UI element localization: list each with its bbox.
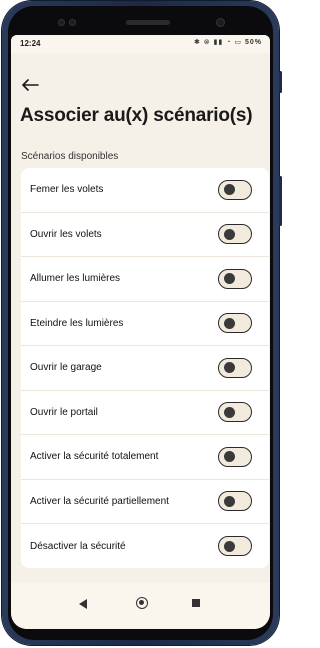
scenario-label: Activer la sécurité totalement bbox=[30, 451, 159, 463]
toggle-knob bbox=[224, 228, 235, 240]
scenario-row[interactable]: Ouvrir le garage bbox=[21, 346, 269, 391]
scenario-toggle[interactable] bbox=[218, 446, 252, 467]
scenario-toggle[interactable] bbox=[218, 268, 252, 289]
sensor-icon bbox=[69, 19, 76, 26]
arrow-left-icon[interactable] bbox=[20, 77, 40, 93]
status-bar: 12:24 ✱ ⊗ ▮▮ ◔ ▭ 50% bbox=[11, 35, 270, 53]
scenario-toggle[interactable] bbox=[218, 224, 252, 245]
scenario-label: Ouvrir le garage bbox=[30, 362, 102, 374]
page-title: Associer au(x) scénario(s) bbox=[20, 105, 253, 126]
app-screen: 12:24 ✱ ⊗ ▮▮ ◔ ▭ 50% Associer au(x) scén… bbox=[11, 35, 270, 629]
battery-level: 50% bbox=[244, 39, 262, 46]
scenario-label: Eteindre les lumières bbox=[30, 317, 124, 329]
system-nav-bar bbox=[11, 583, 270, 629]
earpiece-speaker bbox=[126, 20, 170, 25]
scenario-row[interactable]: Femer les volets bbox=[21, 168, 269, 213]
scenario-label: Désactiver la sécurité bbox=[30, 540, 126, 552]
toggle-knob bbox=[224, 406, 235, 418]
scenario-row[interactable]: Ouvrir les volets bbox=[21, 213, 269, 257]
triangle-back-icon[interactable] bbox=[79, 599, 87, 609]
power-button bbox=[279, 71, 282, 93]
scenario-label: Allumer les lumières bbox=[30, 273, 121, 285]
section-label: Scénarios disponibles bbox=[21, 151, 119, 162]
scenario-row[interactable]: Allumer les lumières bbox=[21, 257, 269, 302]
scenario-row[interactable]: Activer la sécurité partiellement bbox=[21, 480, 269, 524]
phone-frame: 12:24 ✱ ⊗ ▮▮ ◔ ▭ 50% Associer au(x) scén… bbox=[2, 1, 282, 645]
scenario-toggle[interactable] bbox=[218, 313, 252, 334]
scenario-label: Ouvrir le portail bbox=[30, 406, 98, 418]
scenario-toggle[interactable] bbox=[218, 402, 252, 423]
scenario-row[interactable]: Ouvrir le portail bbox=[21, 391, 269, 435]
toggle-knob bbox=[224, 451, 235, 463]
scenario-list: Femer les volets Ouvrir les volets Allumer… bbox=[21, 168, 269, 568]
square-recent-icon[interactable] bbox=[192, 599, 200, 607]
scenario-toggle[interactable] bbox=[218, 491, 252, 512]
toggle-knob bbox=[224, 362, 235, 374]
status-indicator-icons: ✱ ⊗ ▮▮ ◔ ▭ bbox=[193, 39, 243, 46]
scenario-row[interactable]: Activer la sécurité totalement bbox=[21, 435, 269, 480]
scenario-toggle[interactable] bbox=[218, 357, 252, 378]
phone-bezel: 12:24 ✱ ⊗ ▮▮ ◔ ▭ 50% Associer au(x) scén… bbox=[8, 6, 273, 640]
status-time: 12:24 bbox=[20, 39, 41, 48]
phone-top-hardware bbox=[8, 6, 273, 36]
front-camera-icon bbox=[216, 18, 225, 27]
scenario-toggle[interactable] bbox=[218, 536, 252, 557]
toggle-knob bbox=[224, 273, 235, 285]
toggle-knob bbox=[224, 317, 235, 329]
scenario-toggle[interactable] bbox=[218, 179, 252, 200]
toggle-knob bbox=[224, 184, 235, 196]
sensor-icon bbox=[58, 19, 65, 26]
scenario-row[interactable]: Désactiver la sécurité bbox=[21, 524, 269, 569]
scenario-row[interactable]: Eteindre les lumières bbox=[21, 302, 269, 346]
status-icons: ✱ ⊗ ▮▮ ◔ ▭ 50% bbox=[194, 38, 262, 46]
volume-button bbox=[279, 176, 282, 226]
toggle-knob bbox=[224, 540, 235, 552]
toggle-knob bbox=[224, 495, 235, 507]
circle-home-icon[interactable] bbox=[136, 597, 148, 609]
scenario-label: Activer la sécurité partiellement bbox=[30, 495, 169, 507]
scenario-label: Femer les volets bbox=[30, 184, 104, 196]
scenario-label: Ouvrir les volets bbox=[30, 228, 102, 240]
